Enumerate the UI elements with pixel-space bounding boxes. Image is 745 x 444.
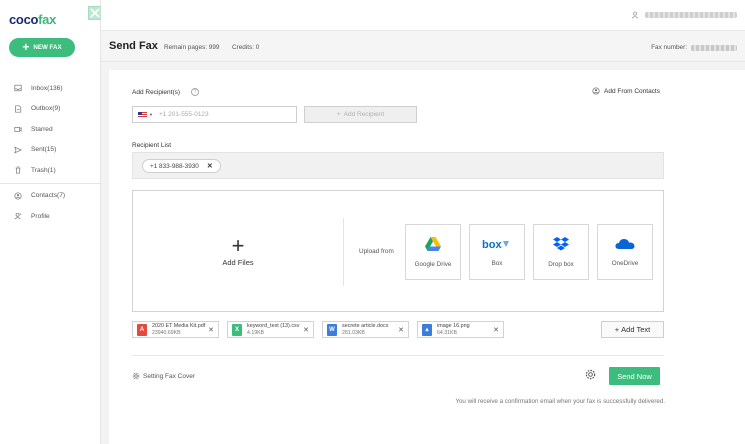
new-fax-button[interactable]: + NEW FAX: [9, 38, 75, 57]
phone-placeholder: +1 201-555-0123: [158, 111, 209, 118]
plus-icon: +: [231, 232, 245, 258]
csv-file-icon: X: [232, 323, 242, 336]
outbox-icon: [15, 105, 22, 113]
remain-pages: Remain pages: 999: [164, 44, 220, 51]
user-email-redacted: [645, 12, 737, 18]
remove-file-icon[interactable]: ✕: [303, 326, 309, 334]
svg-text:box: box: [482, 239, 502, 250]
file-item: W secrete article.docx 281.03KB ✕: [322, 321, 409, 338]
settings-gear-icon[interactable]: [585, 369, 596, 380]
starred-icon: [14, 127, 22, 133]
recipient-list-label: Recipient List: [132, 142, 172, 149]
help-icon[interactable]: ?: [191, 88, 199, 96]
sidebar-item-trash[interactable]: Trash(1): [0, 160, 101, 181]
recipient-list: +1 833-988-3930 ✕: [132, 152, 664, 179]
top-bar: [101, 0, 745, 31]
sidebar-item-starred[interactable]: Starred: [0, 119, 101, 140]
page-title: Send Fax: [109, 40, 158, 52]
add-text-button[interactable]: + Add Text: [601, 321, 664, 338]
sidebar-nav: Inbox(136) Outbox(9) Starred Sent(15) Tr…: [0, 78, 101, 227]
sidebar-item-contacts[interactable]: Contacts(7): [0, 186, 101, 207]
add-files-button[interactable]: + Add Files: [133, 191, 343, 311]
box-button[interactable]: box Box: [469, 224, 525, 280]
chevron-down-icon[interactable]: ▼: [149, 112, 153, 117]
divider: [343, 218, 344, 286]
collapse-sidebar-icon[interactable]: [88, 6, 102, 20]
file-item: ▴ image 16.png 64.31KB ✕: [417, 321, 504, 338]
page-header: Send Fax Remain pages: 999 Credits: 0 Fa…: [101, 31, 745, 62]
sent-icon: [14, 146, 22, 154]
plus-icon: +: [614, 325, 620, 334]
onedrive-button[interactable]: OneDrive: [597, 224, 653, 280]
sidebar-item-inbox[interactable]: Inbox(136): [0, 78, 101, 99]
gear-icon: [132, 372, 140, 380]
us-flag-icon[interactable]: [138, 111, 147, 118]
remove-recipient-icon[interactable]: ✕: [207, 162, 213, 170]
docx-file-icon: W: [327, 323, 337, 336]
sidebar-item-sent[interactable]: Sent(15): [0, 140, 101, 161]
box-icon: box: [482, 239, 509, 250]
contacts-icon: [14, 192, 22, 200]
add-recipient-button[interactable]: + Add Recipient: [304, 106, 417, 123]
recipient-chip: +1 833-988-3930 ✕: [142, 159, 221, 173]
remove-file-icon[interactable]: ✕: [398, 326, 404, 334]
upload-from-label: Upload from: [359, 248, 394, 255]
sidebar-item-profile[interactable]: Profile: [0, 206, 101, 227]
plus-icon: +: [336, 111, 341, 118]
remove-file-icon[interactable]: ✕: [208, 326, 214, 334]
contacts-icon: [592, 87, 600, 95]
sidebar-item-outbox[interactable]: Outbox(9): [0, 99, 101, 120]
dropbox-icon: [553, 236, 569, 250]
confirmation-note: You will receive a confirmation email wh…: [455, 398, 665, 405]
add-recipients-label: Add Recipient(s): [132, 89, 181, 96]
file-item: A 2020 ET Media Kit.pdf 23940.69KB ✕: [132, 321, 219, 338]
credits: Credits: 0: [232, 44, 260, 51]
google-drive-icon: [425, 236, 441, 251]
trash-icon: [15, 166, 21, 174]
setting-fax-cover-link[interactable]: Setting Fax Cover: [132, 372, 195, 380]
dropbox-button[interactable]: Drop box: [533, 224, 589, 280]
image-file-icon: ▴: [422, 323, 432, 336]
fax-number: Fax number:: [651, 44, 737, 51]
upload-area: + Add Files Upload from Google Drive box…: [132, 190, 664, 312]
inbox-icon: [14, 85, 22, 92]
remove-file-icon[interactable]: ✕: [493, 326, 499, 334]
phone-number-input[interactable]: ▼ +1 201-555-0123: [132, 106, 297, 123]
profile-icon: [14, 213, 22, 220]
plus-icon: +: [22, 40, 30, 54]
onedrive-icon: [615, 238, 635, 249]
add-from-contacts-button[interactable]: Add From Contacts: [592, 87, 660, 95]
sidebar-divider: [0, 182, 101, 184]
sidebar: cocofax + NEW FAX Inbox(136) Outbox(9) S…: [0, 0, 102, 444]
file-item: X keyword_text (13).csv 4.19KB ✕: [227, 321, 314, 338]
user-menu[interactable]: [631, 11, 737, 19]
google-drive-button[interactable]: Google Drive: [405, 224, 461, 280]
send-now-button[interactable]: Send Now: [609, 367, 660, 385]
user-avatar-icon: [631, 11, 639, 19]
divider: [132, 355, 664, 356]
app-logo[interactable]: cocofax: [9, 12, 56, 27]
pdf-file-icon: A: [137, 323, 147, 336]
fax-number-redacted: [691, 44, 737, 51]
